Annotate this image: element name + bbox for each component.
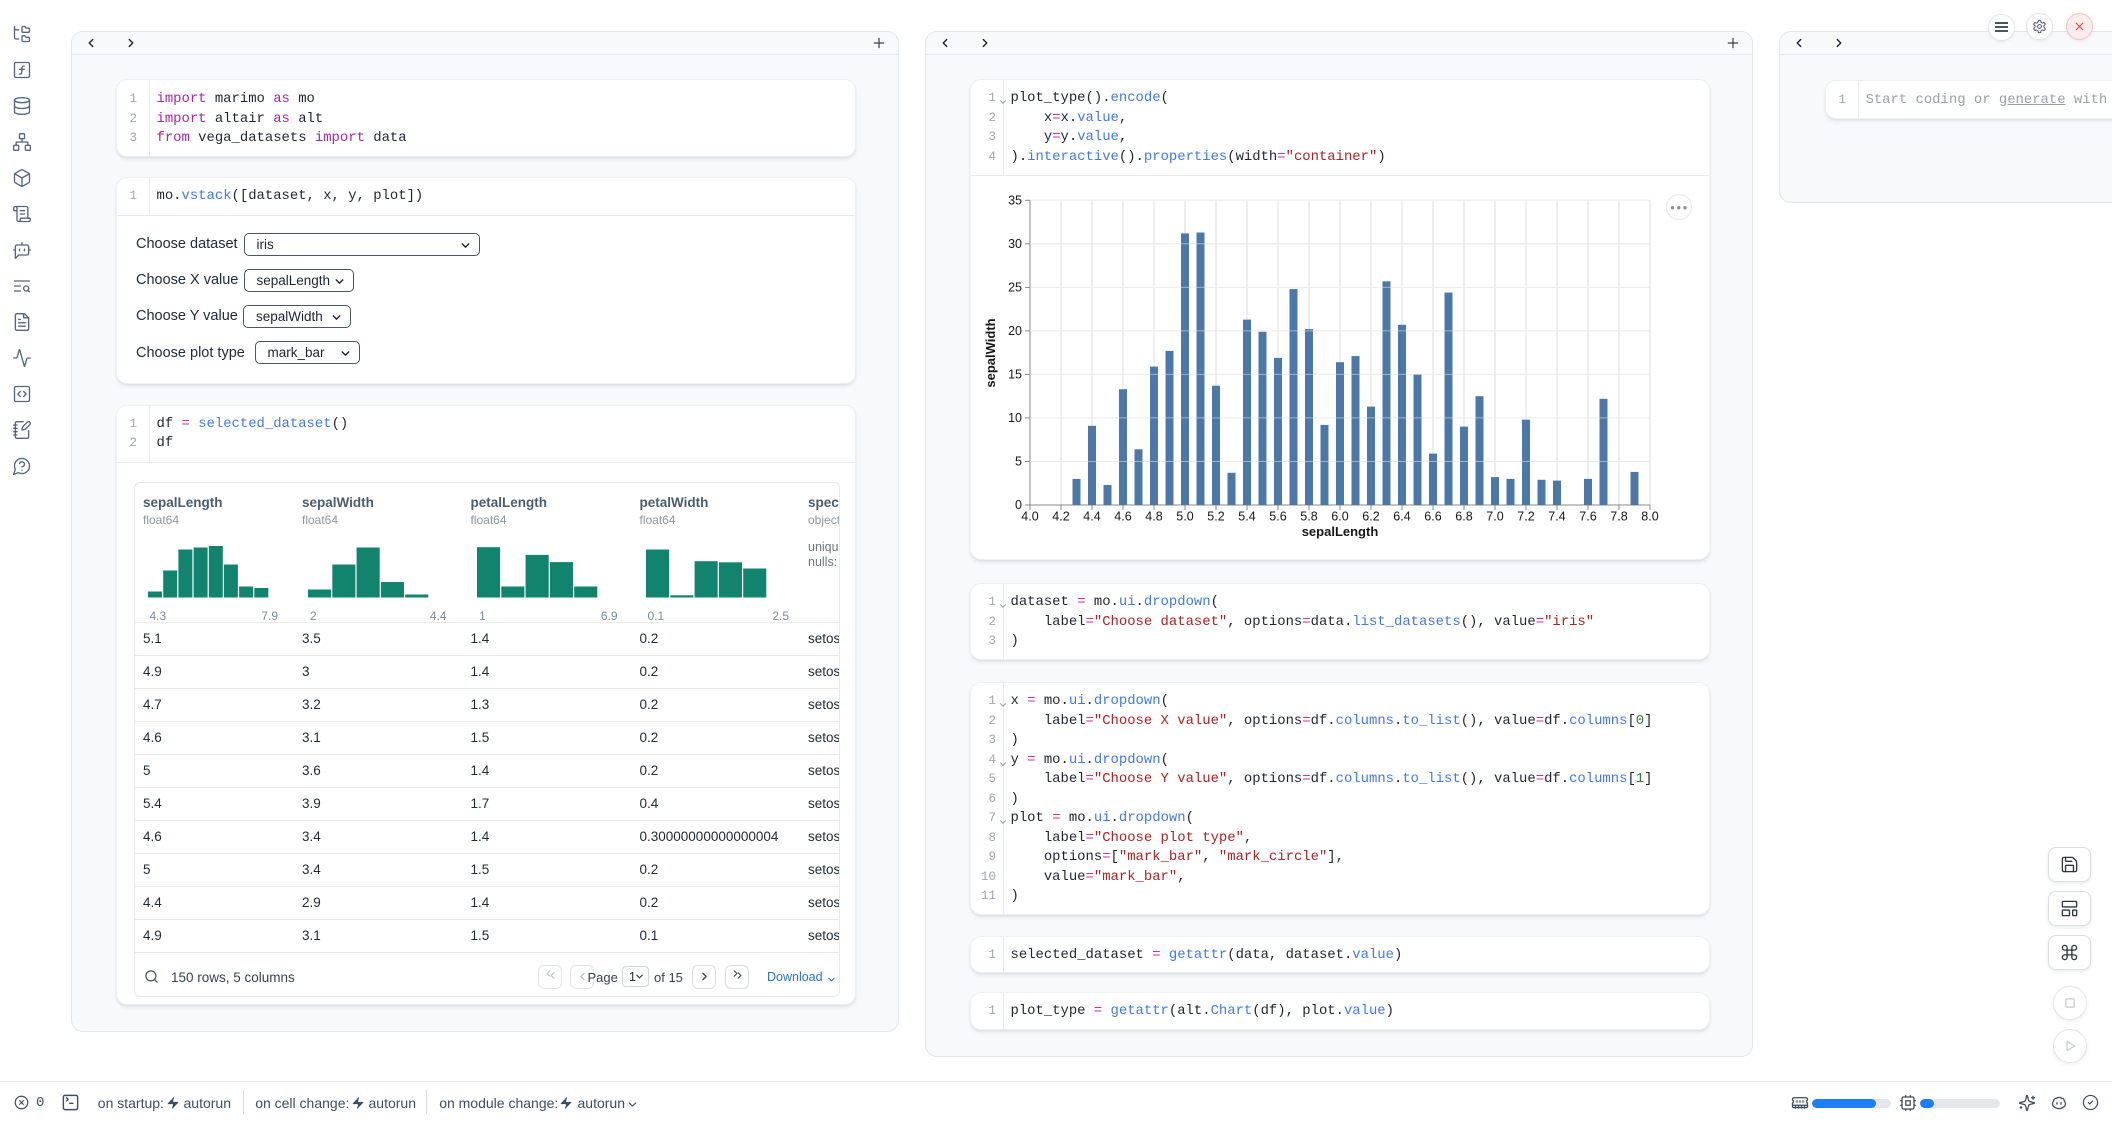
svg-text:5.0: 5.0: [1176, 510, 1193, 524]
svg-text:7.2: 7.2: [1517, 510, 1534, 524]
svg-text:6.0: 6.0: [1331, 510, 1348, 524]
svg-text:4.8: 4.8: [1145, 510, 1162, 524]
svg-text:sepalLength: sepalLength: [1302, 524, 1379, 539]
svg-text:5.6: 5.6: [1269, 510, 1286, 524]
svg-text:6.4: 6.4: [1393, 510, 1410, 524]
svg-text:7.6: 7.6: [1579, 510, 1596, 524]
svg-text:30: 30: [1008, 237, 1022, 251]
svg-text:4.0: 4.0: [1021, 510, 1038, 524]
svg-text:25: 25: [1008, 281, 1022, 295]
svg-text:7.4: 7.4: [1548, 510, 1565, 524]
svg-text:4.6: 4.6: [1114, 510, 1131, 524]
svg-text:7.0: 7.0: [1486, 510, 1503, 524]
svg-text:6.2: 6.2: [1362, 510, 1379, 524]
svg-text:6.6: 6.6: [1424, 510, 1441, 524]
svg-text:35: 35: [1008, 194, 1022, 208]
svg-text:sepalWidth: sepalWidth: [983, 318, 998, 387]
svg-text:5.4: 5.4: [1238, 510, 1255, 524]
svg-text:8.0: 8.0: [1641, 510, 1658, 524]
svg-text:4.4: 4.4: [1083, 510, 1100, 524]
svg-text:4.2: 4.2: [1052, 510, 1069, 524]
svg-text:10: 10: [1008, 411, 1022, 425]
svg-text:7.8: 7.8: [1610, 510, 1627, 524]
svg-text:6.8: 6.8: [1455, 510, 1472, 524]
svg-text:5.2: 5.2: [1207, 510, 1224, 524]
svg-text:20: 20: [1008, 324, 1022, 338]
svg-text:15: 15: [1008, 368, 1022, 382]
svg-text:5: 5: [1015, 455, 1022, 469]
svg-text:5.8: 5.8: [1300, 510, 1317, 524]
